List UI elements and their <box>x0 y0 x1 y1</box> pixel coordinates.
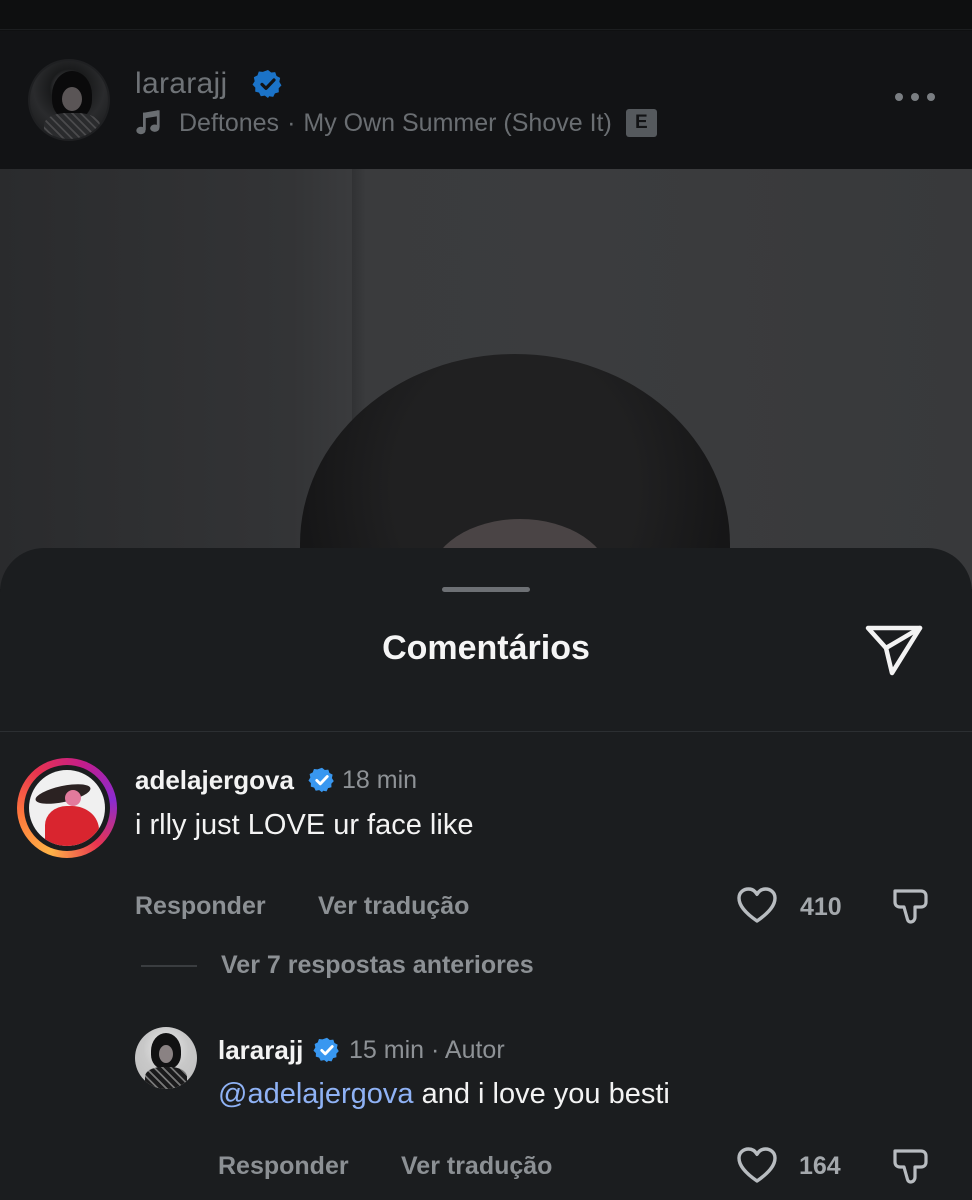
see-translation-button[interactable]: Ver tradução <box>318 892 469 921</box>
music-track: My Own Summer (Shove It) <box>303 108 612 137</box>
reply-author-separator: · <box>431 1036 440 1064</box>
view-previous-replies-button[interactable]: Ver 7 respostas anteriores <box>221 951 534 980</box>
reply-button[interactable]: Responder <box>218 1152 349 1181</box>
comment-username[interactable]: adelajergova <box>135 765 294 796</box>
music-note-icon <box>136 110 160 135</box>
replies-divider <box>141 965 197 967</box>
instagram-post-screen: lararajj Deftones · My Own Summer (Shove… <box>0 0 972 1200</box>
music-separator: · <box>287 108 296 137</box>
heart-icon[interactable] <box>736 886 778 924</box>
heart-icon[interactable] <box>736 1146 778 1184</box>
reply-mention[interactable]: @adelajergova <box>218 1078 414 1110</box>
post-author-username[interactable]: lararajj <box>135 67 227 101</box>
like-count: 410 <box>800 893 842 921</box>
reply-time-meta: 15 min · Autor <box>349 1036 505 1065</box>
verified-badge-icon <box>313 1037 339 1063</box>
post-header: lararajj Deftones · My Own Summer (Shove… <box>0 31 972 169</box>
sheet-grabber[interactable] <box>442 587 530 592</box>
reply-avatar[interactable] <box>135 1027 197 1089</box>
verified-badge-icon <box>308 767 334 793</box>
like-count: 164 <box>799 1152 841 1180</box>
comment-avatar[interactable] <box>24 765 110 851</box>
more-options-icon[interactable] <box>890 87 940 107</box>
explicit-badge: E <box>625 109 657 137</box>
verified-badge-icon <box>252 70 282 98</box>
top-bar <box>0 0 972 30</box>
reply-text-wrapper: @adelajergova and i love you besti <box>218 1078 670 1111</box>
send-icon[interactable] <box>864 623 924 677</box>
sheet-divider <box>0 731 972 732</box>
reply-author-label: Autor <box>444 1036 505 1064</box>
comment-text: i rlly just LOVE ur face like <box>135 809 474 841</box>
see-translation-button[interactable]: Ver tradução <box>401 1152 552 1181</box>
reply-time: 15 min <box>349 1036 425 1064</box>
post-author-avatar[interactable] <box>28 59 110 141</box>
comment-time: 18 min <box>342 766 418 794</box>
reply-text: and i love you besti <box>413 1078 670 1110</box>
post-photo[interactable] <box>0 169 972 589</box>
reply-username[interactable]: lararajj <box>218 1035 303 1066</box>
music-artist: Deftones <box>179 108 280 137</box>
post-music-info[interactable]: Deftones · My Own Summer (Shove It) E <box>135 106 657 140</box>
comments-sheet: Comentários adelajergova 18 min i rlly j… <box>0 548 972 1200</box>
dislike-icon[interactable] <box>891 886 929 926</box>
reply-button[interactable]: Responder <box>135 892 266 921</box>
comments-title: Comentários <box>382 629 590 667</box>
dislike-icon[interactable] <box>891 1146 929 1186</box>
